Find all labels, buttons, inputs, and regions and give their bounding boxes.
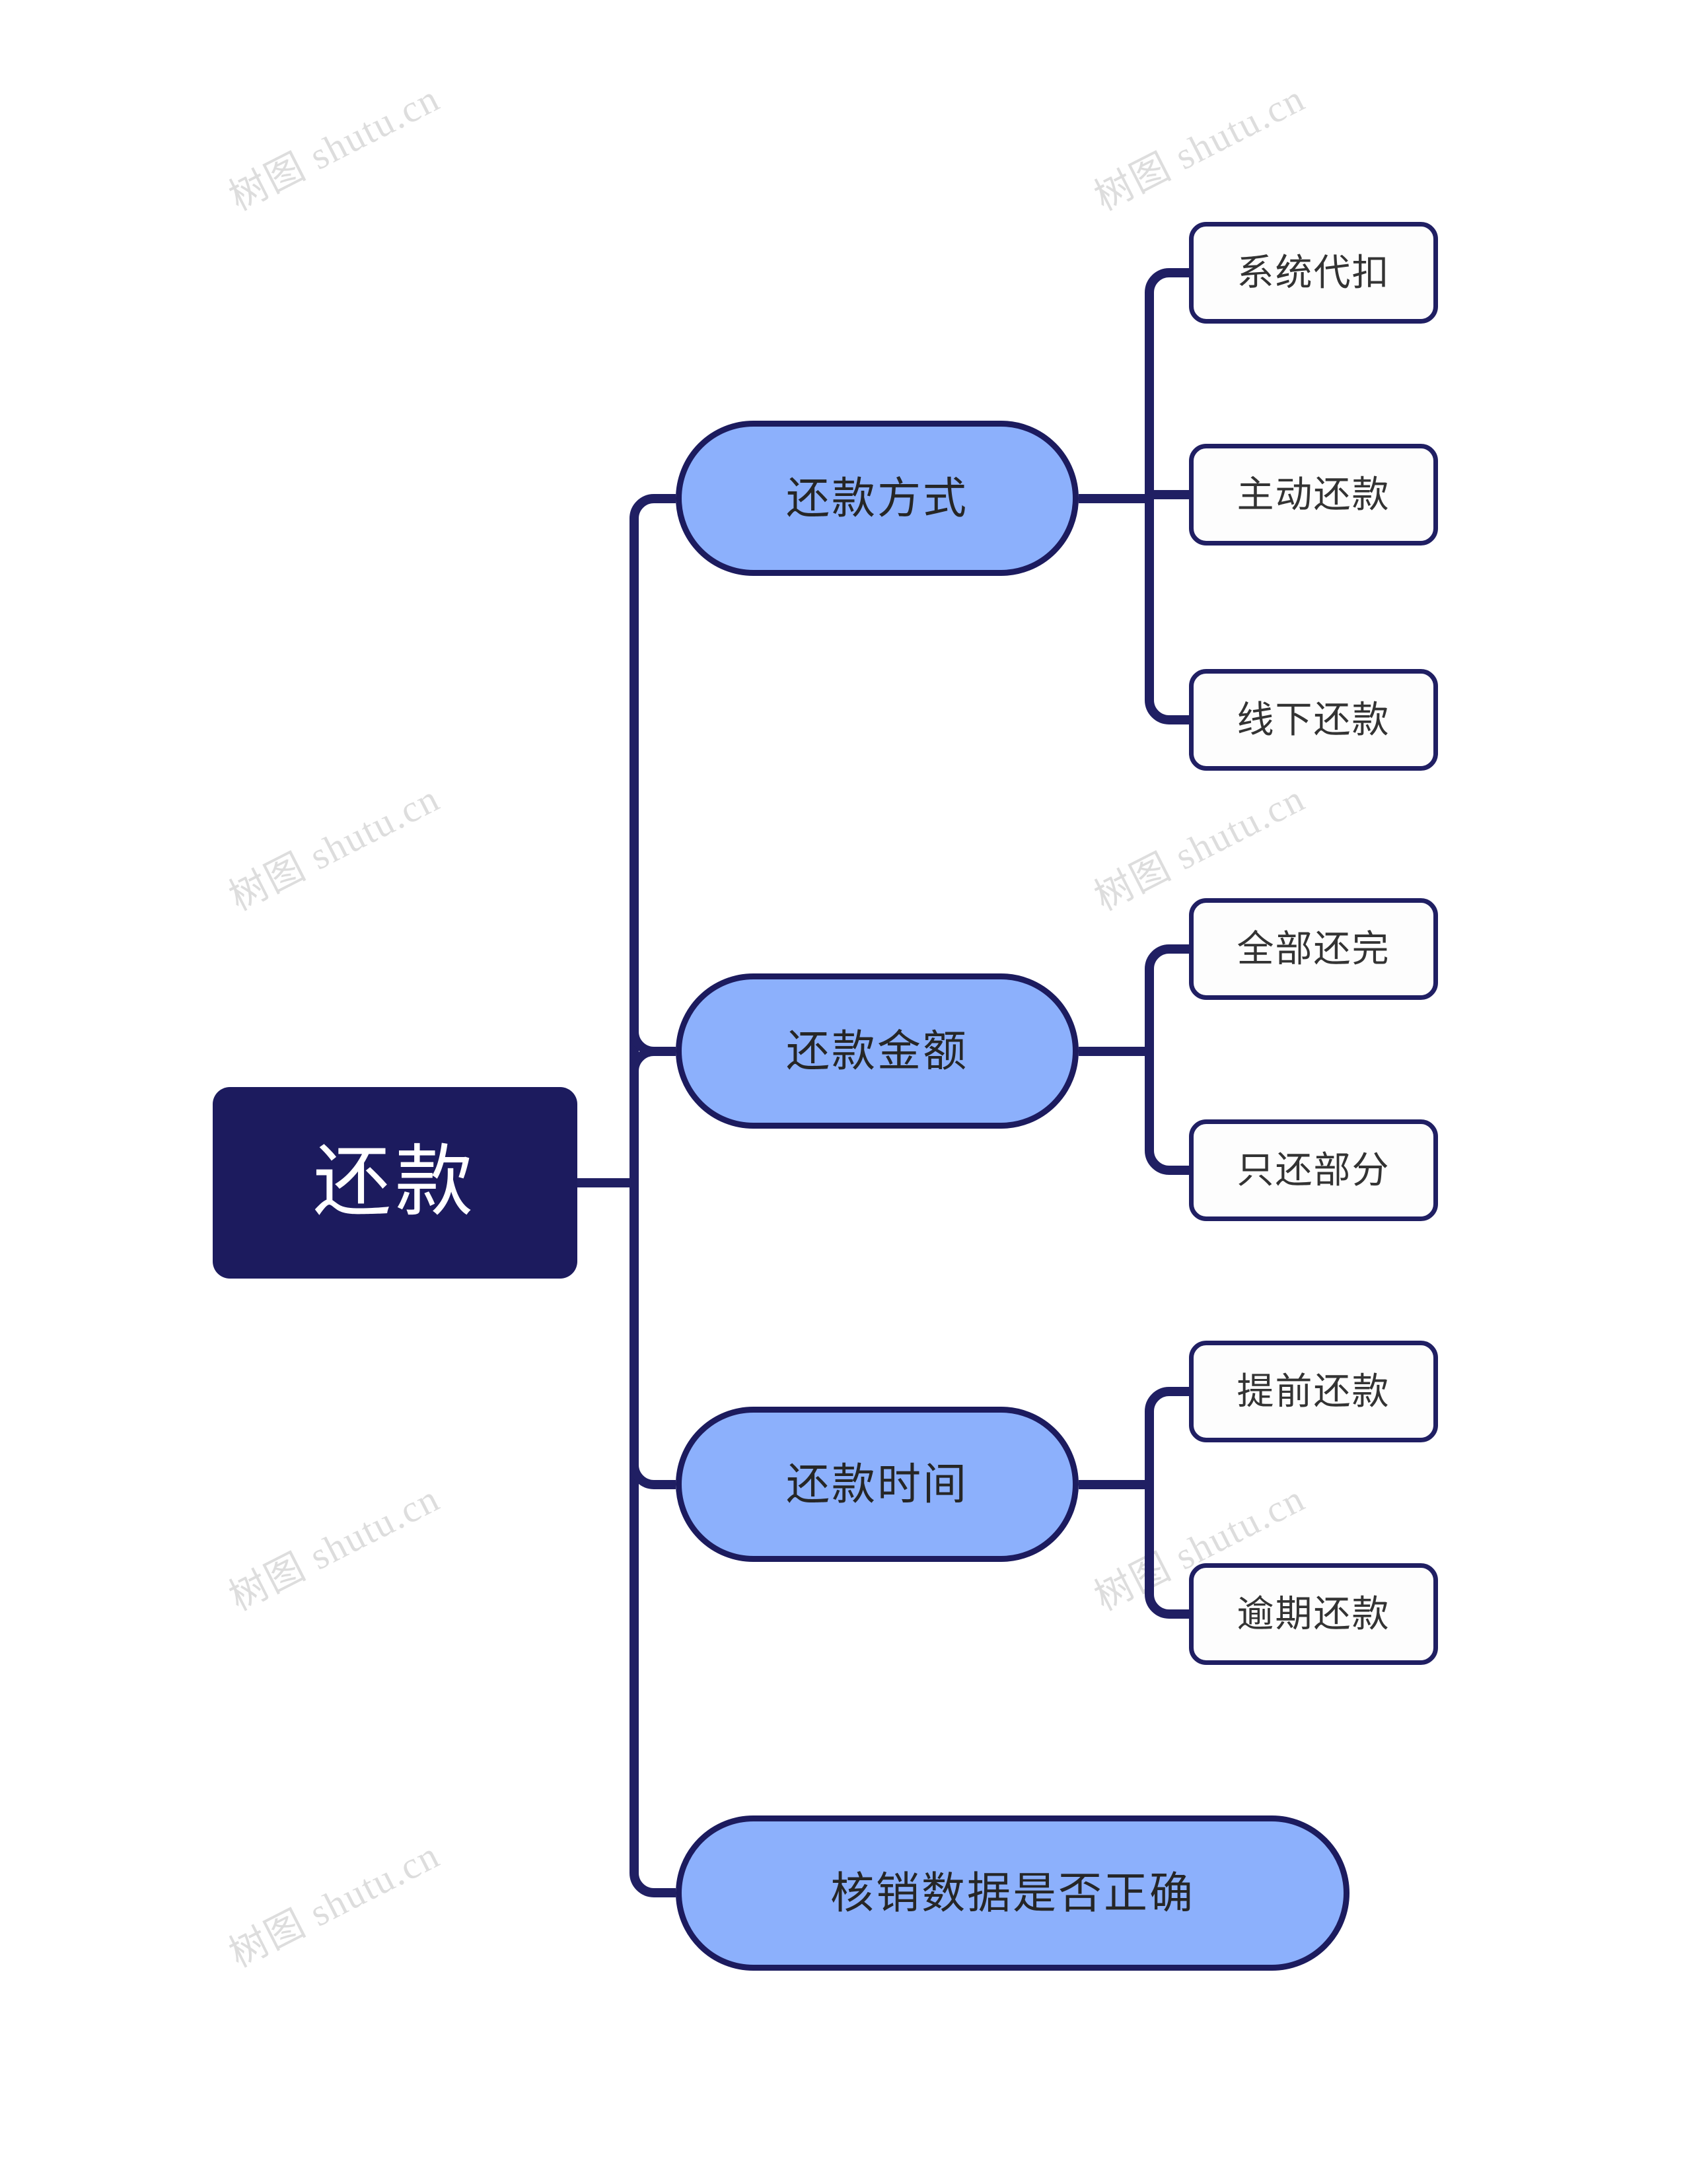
branch-node-label: 还款方式 [786, 474, 968, 523]
branch-node-label: 核销数据是否正确 [830, 1868, 1195, 1918]
branch-node-label: 还款金额 [786, 1026, 968, 1076]
leaf-node-label: 主动还款 [1237, 474, 1390, 516]
branch-node-repayment-amount[interactable]: 还款金额 [676, 973, 1079, 1129]
watermark-text: 树图 shutu.cn [222, 776, 447, 919]
watermark-text: 树图 shutu.cn [1087, 76, 1312, 219]
connector-spine-to-branch-1 [630, 1047, 676, 1072]
leaf-node-label: 提前还款 [1237, 1370, 1390, 1413]
branch-node-label: 还款时间 [786, 1460, 968, 1509]
leaf-node-offline-repayment[interactable]: 线下还款 [1189, 669, 1438, 771]
leaf-node-label: 只还部分 [1237, 1149, 1390, 1191]
root-node-label: 还款 [312, 1139, 477, 1226]
leaf-node-label: 逾期还款 [1237, 1593, 1390, 1635]
leaf-node-early-repayment[interactable]: 提前还款 [1189, 1341, 1438, 1442]
leaf-node-label: 全部还完 [1237, 928, 1390, 970]
leaf-node-system-auto-deduction[interactable]: 系统代扣 [1189, 222, 1438, 324]
leaf-node-partial-repayment[interactable]: 只还部分 [1189, 1119, 1438, 1221]
leaf-node-pay-in-full[interactable]: 全部还完 [1189, 898, 1438, 1000]
leaf-node-label: 系统代扣 [1237, 252, 1390, 294]
branch-node-repayment-method[interactable]: 还款方式 [676, 421, 1079, 576]
connector-spine-tap-1 [630, 1031, 676, 1056]
watermark-text: 树图 shutu.cn [222, 76, 447, 219]
connector-sub-spine-1 [1145, 944, 1189, 1175]
branch-node-repayment-time[interactable]: 还款时间 [676, 1407, 1079, 1562]
connector-main-spine [630, 494, 676, 1897]
leaf-node-active-repayment[interactable]: 主动还款 [1189, 444, 1438, 546]
root-node-repayment[interactable]: 还款 [213, 1087, 577, 1279]
leaf-node-label: 线下还款 [1237, 699, 1390, 741]
connector-sub-spine-0 [1145, 268, 1189, 724]
watermark-text: 树图 shutu.cn [222, 1476, 447, 1619]
connector-spine-tap-2 [630, 1464, 676, 1489]
branch-node-writeoff-data-correct[interactable]: 核销数据是否正确 [676, 1815, 1349, 1971]
leaf-node-overdue-repayment[interactable]: 逾期还款 [1189, 1563, 1438, 1665]
connector-sub-spine-2 [1145, 1387, 1189, 1619]
watermark-text: 树图 shutu.cn [222, 1833, 447, 1976]
